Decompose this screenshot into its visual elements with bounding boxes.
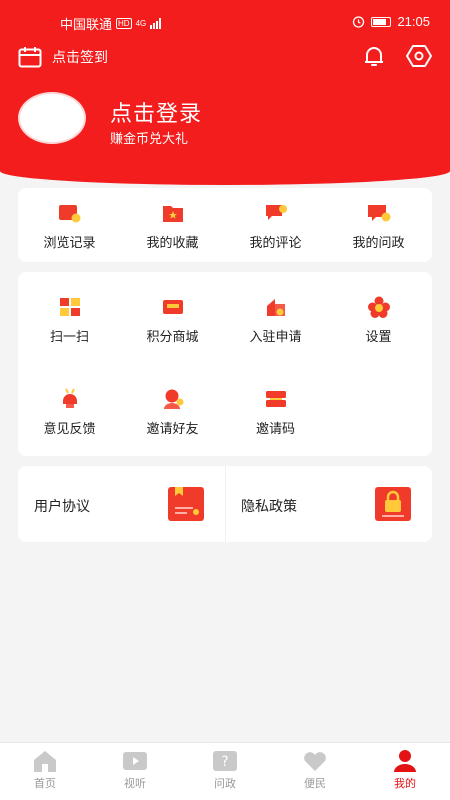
apply-link[interactable]: 入驻申请	[224, 296, 327, 345]
signal-icon	[150, 18, 162, 29]
lock-icon	[375, 487, 411, 521]
favorites-label: 我的收藏	[146, 235, 199, 250]
invite-friend-label: 邀请好友	[146, 421, 199, 436]
carrier-info: 中国联通 HD 4G	[60, 14, 162, 33]
inquiry-link[interactable]: 我的问政	[327, 202, 430, 251]
invite-friend-icon	[163, 389, 183, 409]
invite-code-icon	[265, 391, 286, 407]
inquiry-icon	[367, 205, 390, 222]
tab-inquiry[interactable]: ? 问政	[180, 749, 270, 791]
privacy-policy-link[interactable]: 隐私政策	[225, 466, 432, 542]
clock-time: 21:05	[397, 14, 430, 29]
login-subtitle: 赚金币兑大礼	[110, 131, 189, 146]
settings-label: 设置	[365, 329, 392, 344]
points-mall-link[interactable]: 积分商城	[121, 296, 224, 345]
tab-video[interactable]: 视听	[90, 749, 180, 791]
profile-icon	[394, 750, 416, 772]
history-link[interactable]: 浏览记录	[18, 202, 121, 251]
quick-links-card: 浏览记录 我的收藏 我的评论 我的问政	[18, 188, 432, 262]
login-title[interactable]: 点击登录	[110, 96, 202, 128]
avatar[interactable]	[18, 92, 86, 144]
agreements-card: 用户协议 隐私政策	[18, 466, 432, 542]
comment-icon	[265, 205, 287, 220]
feedback-link[interactable]: 意见反馈	[18, 388, 121, 437]
carrier-name: 中国联通	[60, 17, 113, 32]
inquiry-label: 我的问政	[352, 235, 405, 250]
tab-profile-label: 我的	[394, 778, 416, 790]
profile-header: 中国联通 HD 4G 21:05 点击签到 点击登录 赚金币兑大礼	[0, 0, 450, 185]
tab-home[interactable]: 首页	[0, 749, 90, 791]
checkin-label: 点击签到	[52, 49, 108, 65]
hd-badge: HD	[116, 18, 132, 29]
network-type: 4G	[135, 19, 147, 28]
invite-code-label: 邀请码	[255, 421, 295, 436]
svg-text:?: ?	[221, 754, 228, 770]
history-label: 浏览记录	[43, 235, 96, 250]
scan-icon	[59, 298, 80, 316]
settings-gear-icon[interactable]	[406, 44, 432, 68]
comments-link[interactable]: 我的评论	[224, 202, 327, 251]
privacy-policy-label: 隐私政策	[241, 498, 297, 514]
tab-services-label: 便民	[304, 778, 326, 790]
status-bar: 中国联通 HD 4G 21:05	[0, 12, 450, 32]
tab-inquiry-label: 问政	[214, 778, 236, 790]
scan-link[interactable]: 扫一扫	[18, 296, 121, 345]
alarm-icon	[353, 16, 365, 28]
favorites-link[interactable]: 我的收藏	[121, 202, 224, 251]
heart-icon	[304, 752, 326, 771]
calendar-icon	[18, 47, 42, 68]
feedback-label: 意见反馈	[43, 421, 96, 436]
history-icon	[58, 205, 80, 223]
bottom-tab-bar: 首页 视听 ? 问政 便民 我的	[0, 742, 450, 800]
invite-friend-link[interactable]: 邀请好友	[121, 388, 224, 437]
video-icon	[123, 752, 147, 770]
tab-services[interactable]: 便民	[270, 749, 360, 791]
tab-profile[interactable]: 我的	[360, 749, 450, 791]
apply-label: 入驻申请	[249, 329, 302, 344]
tab-home-label: 首页	[34, 778, 56, 790]
feedback-icon	[62, 388, 77, 408]
points-mall-icon	[162, 300, 183, 314]
apply-icon	[266, 299, 285, 316]
document-icon	[168, 487, 204, 521]
status-right: 21:05	[352, 14, 430, 29]
points-mall-label: 积分商城	[146, 329, 199, 344]
home-icon	[34, 751, 56, 772]
invite-code-link[interactable]: 邀请码	[224, 388, 327, 437]
battery-icon	[371, 16, 392, 27]
scan-label: 扫一扫	[49, 329, 89, 344]
favorite-folder-icon	[162, 206, 183, 222]
question-icon: ?	[213, 751, 237, 771]
user-agreement-link[interactable]: 用户协议	[18, 466, 225, 542]
settings-flower-icon	[367, 296, 390, 318]
settings-link[interactable]: 设置	[327, 296, 430, 345]
tab-video-label: 视听	[124, 778, 146, 790]
user-agreement-label: 用户协议	[34, 498, 90, 514]
tools-card: 扫一扫 积分商城 入驻申请 设置 意见反馈 邀请好友 邀请码	[18, 272, 432, 456]
header-actions	[362, 44, 432, 68]
bell-icon[interactable]	[362, 44, 386, 68]
checkin-button[interactable]: 点击签到	[18, 46, 108, 68]
comments-label: 我的评论	[249, 235, 302, 250]
